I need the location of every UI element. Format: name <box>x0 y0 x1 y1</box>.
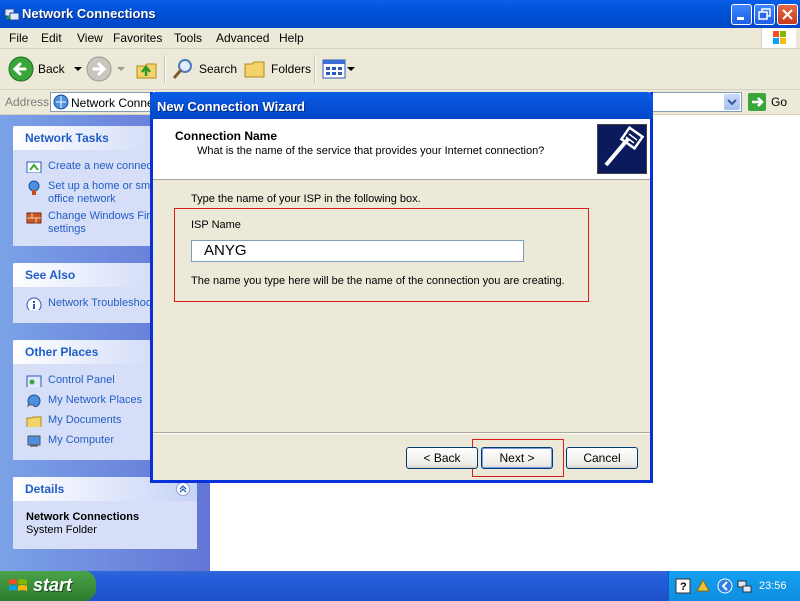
forward-button[interactable] <box>86 55 128 83</box>
menu-favorites[interactable]: Favorites <box>113 31 162 45</box>
dialog-separator <box>153 432 650 434</box>
menu-advanced[interactable]: Advanced <box>216 31 269 45</box>
address-label: Address <box>5 95 50 109</box>
close-icon <box>782 9 793 20</box>
close-button[interactable] <box>777 4 798 25</box>
taskbar-clock: 23:56 <box>759 580 787 592</box>
forward-arrow-icon <box>86 56 112 82</box>
folders-label: Folders <box>271 62 312 76</box>
my-network-places-label: My Network Places <box>48 394 143 406</box>
isp-hint-text: The name you type here will be the name … <box>191 275 565 287</box>
chevron-down-icon <box>727 99 737 106</box>
chevron-down-icon <box>117 67 125 71</box>
svg-text:?: ? <box>680 581 687 593</box>
windows-flag-icon <box>9 579 27 591</box>
start-label: start <box>33 575 73 595</box>
control-panel-icon <box>26 375 42 387</box>
menu-edit[interactable]: Edit <box>41 31 62 45</box>
up-folder-button[interactable] <box>135 55 159 83</box>
wizard-header: Connection Name What is the name of the … <box>153 119 650 180</box>
restore-button[interactable] <box>754 4 775 25</box>
isp-name-label: ISP Name <box>191 219 241 231</box>
menu-help[interactable]: Help <box>279 31 304 45</box>
views-button[interactable] <box>322 55 356 83</box>
go-label: Go <box>771 95 788 109</box>
security-alert-icon[interactable] <box>695 578 711 594</box>
cancel-button[interactable]: Cancel <box>566 447 638 469</box>
network-cable-icon <box>597 124 647 174</box>
documents-folder-icon <box>26 416 42 427</box>
views-grid-icon <box>322 59 346 79</box>
network-connections-icon <box>53 94 69 110</box>
window-titlebar[interactable]: Network Connections <box>0 0 800 28</box>
firewall-icon <box>26 212 42 224</box>
search-label: Search <box>199 62 238 76</box>
isp-name-input[interactable]: ANYG <box>191 240 524 262</box>
network-connections-icon <box>4 8 20 21</box>
dialog-title: New Connection Wizard <box>157 99 305 114</box>
wizard-body: Type the name of your ISP in the followi… <box>153 180 650 430</box>
new-connection-icon <box>26 161 42 173</box>
folder-icon <box>244 61 265 78</box>
tray-expand-icon[interactable] <box>717 578 733 594</box>
instruction-text: Type the name of your ISP in the followi… <box>191 193 421 205</box>
go-arrow-icon <box>748 93 766 111</box>
toolbar-separator <box>314 55 316 83</box>
menu-view[interactable]: View <box>77 31 103 45</box>
my-documents-label: My Documents <box>48 414 122 426</box>
chevron-down-icon <box>347 67 355 71</box>
create-connection-label: Create a new connec <box>48 160 152 172</box>
home-network-icon <box>28 180 40 195</box>
help-icon[interactable]: ? <box>675 578 691 594</box>
window-title: Network Connections <box>22 6 156 21</box>
network-troubleshooter-label: Network Troubleshoo <box>48 297 152 309</box>
details-panel: Details Network Connections System Folde… <box>13 477 197 549</box>
control-panel-label: Control Panel <box>48 374 115 386</box>
go-button[interactable]: Go <box>748 93 787 111</box>
menu-file[interactable]: File <box>9 31 28 45</box>
folders-button[interactable]: Folders <box>243 55 311 83</box>
search-icon <box>172 59 192 79</box>
chevron-down-icon <box>73 67 82 71</box>
system-tray: ? 23:56 <box>668 571 800 601</box>
details-type: System Folder <box>26 524 97 536</box>
info-icon <box>26 297 42 310</box>
menu-bar: File Edit View Favorites Tools Advanced … <box>0 28 800 49</box>
dialog-titlebar[interactable]: New Connection Wizard <box>150 92 653 119</box>
back-arrow-icon <box>8 56 34 82</box>
minimize-button[interactable] <box>731 4 752 25</box>
windows-logo <box>761 28 796 48</box>
toolbar-separator <box>164 55 166 83</box>
windows-flag-icon <box>773 31 786 44</box>
standard-toolbar: Back Search Folders <box>0 49 800 90</box>
new-connection-wizard-dialog: New Connection Wizard Connection Name Wh… <box>150 92 653 483</box>
menu-tools[interactable]: Tools <box>174 31 202 45</box>
details-name: Network Connections <box>26 511 140 523</box>
address-dropdown-button[interactable] <box>724 94 740 110</box>
search-button[interactable]: Search <box>171 55 237 83</box>
my-computer-label: My Computer <box>48 434 115 446</box>
next-button[interactable]: Next > <box>481 447 553 469</box>
minimize-icon <box>737 17 744 20</box>
wizard-header-title: Connection Name <box>175 129 278 143</box>
wizard-header-subtitle: What is the name of the service that pro… <box>197 145 545 157</box>
back-label: Back <box>38 62 65 76</box>
back-button[interactable]: Back <box>8 55 85 83</box>
back-wizard-button[interactable]: < Back <box>406 447 478 469</box>
up-folder-icon <box>136 63 157 79</box>
computer-icon <box>27 435 41 447</box>
network-status-icon[interactable] <box>737 578 753 594</box>
collapse-chevron-icon[interactable] <box>176 482 190 496</box>
network-places-icon <box>27 394 41 407</box>
taskbar: start ? 23:56 <box>0 571 800 601</box>
restore-icon <box>758 8 771 20</box>
start-button[interactable]: start <box>0 571 96 601</box>
address-value: Network Connec <box>71 96 160 110</box>
